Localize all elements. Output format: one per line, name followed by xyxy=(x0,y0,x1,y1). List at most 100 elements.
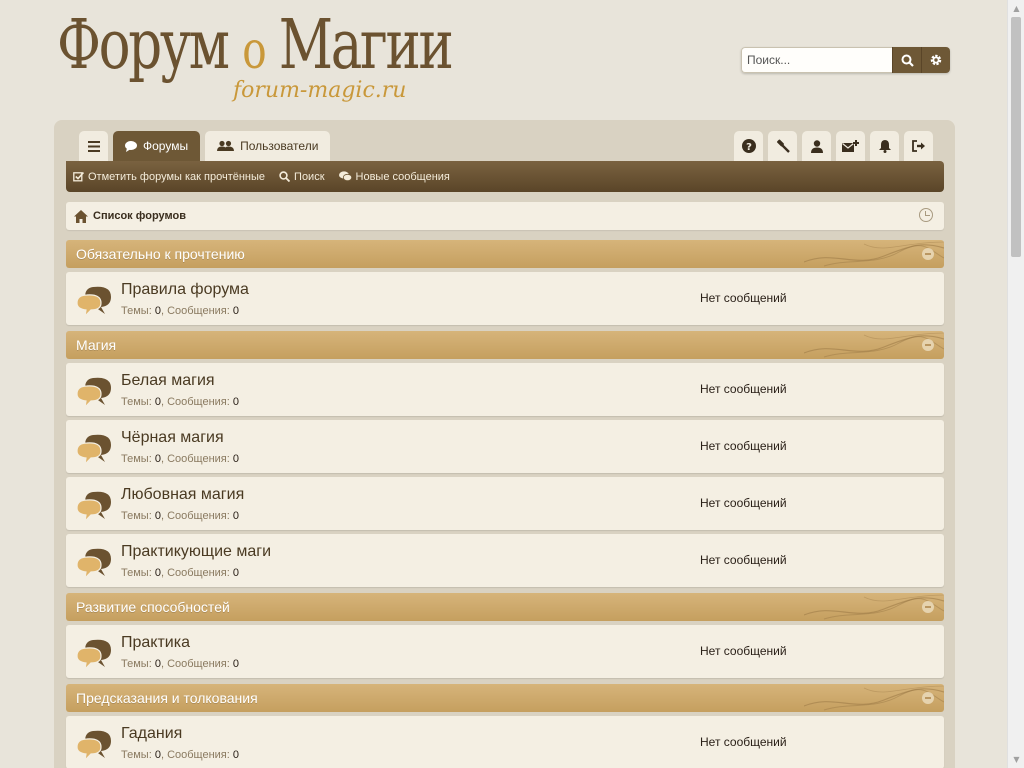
new-posts-label: Новые сообщения xyxy=(355,170,450,183)
help-button[interactable]: ? xyxy=(734,131,763,161)
advanced-search-button[interactable] xyxy=(921,47,950,73)
forum-stats: Темы: 0, Сообщения: 0 xyxy=(121,658,240,670)
users-icon xyxy=(217,140,235,151)
category-header[interactable]: Предсказания и толкования xyxy=(66,684,944,712)
check-square-icon xyxy=(73,171,84,182)
search-link-label: Поиск xyxy=(294,170,325,183)
forum-read-icon xyxy=(76,548,111,580)
tab-members[interactable]: Пользователи xyxy=(205,131,331,161)
posts-label: Сообщения: xyxy=(167,396,230,408)
forum-stats: Темы: 0, Сообщения: 0 xyxy=(121,305,240,317)
posts-label: Сообщения: xyxy=(167,453,230,465)
forum-title-link[interactable]: Практика xyxy=(121,634,190,652)
topics-count: 0 xyxy=(154,305,161,317)
posts-count: 0 xyxy=(232,567,240,579)
posts-count: 0 xyxy=(232,305,240,317)
gear-icon xyxy=(930,54,942,66)
topics-count: 0 xyxy=(154,749,161,761)
scrollbar-thumb[interactable] xyxy=(1011,17,1021,257)
forum-title-link[interactable]: Чёрная магия xyxy=(121,429,224,447)
search-icon xyxy=(279,171,291,182)
forum-read-icon xyxy=(76,491,111,523)
posts-label: Сообщения: xyxy=(167,567,230,579)
collapse-icon[interactable] xyxy=(922,339,934,351)
forum-title-link[interactable]: Белая магия xyxy=(121,372,215,390)
scroll-down-icon[interactable]: ▼ xyxy=(1008,751,1024,768)
topics-count: 0 xyxy=(154,453,161,465)
search-box xyxy=(741,47,950,73)
forum-list: Обязательно к прочтению Правила форума Тем… xyxy=(66,240,944,768)
last-post-info: Нет сообщений xyxy=(700,496,787,510)
category-header[interactable]: Обязательно к прочтению xyxy=(66,240,944,268)
moderation-button[interactable] xyxy=(768,131,797,161)
site-header: Форум о Магии forum-magic.ru xyxy=(0,0,1007,120)
mark-forums-read-label: Отметить форумы как прочтённые xyxy=(88,170,266,183)
collapse-icon[interactable] xyxy=(922,692,934,704)
posts-count: 0 xyxy=(232,658,240,670)
posts-count: 0 xyxy=(232,510,240,522)
posts-label: Сообщения: xyxy=(167,305,230,317)
new-posts-link[interactable]: Новые сообщения xyxy=(338,170,450,183)
category-title[interactable]: Магия xyxy=(76,337,116,353)
gavel-icon xyxy=(776,139,790,153)
last-post-info: Нет сообщений xyxy=(700,439,787,453)
category-title[interactable]: Предсказания и толкования xyxy=(76,690,258,706)
forum-title-link[interactable]: Любовная магия xyxy=(121,486,244,504)
category-title[interactable]: Обязательно к прочтению xyxy=(76,246,245,262)
scroll-up-icon[interactable]: ▲ xyxy=(1008,0,1024,17)
forum-title-link[interactable]: Правила форума xyxy=(121,281,249,299)
user-tools: ? xyxy=(734,131,933,161)
topics-label: Темы: xyxy=(121,510,152,522)
topics-label: Темы: xyxy=(121,396,152,408)
forum-row: Гадания Темы: 0, Сообщения: 0 Нет сообщени… xyxy=(66,716,944,768)
search-button[interactable] xyxy=(892,47,921,73)
search-input[interactable] xyxy=(741,47,892,73)
category-header[interactable]: Магия xyxy=(66,331,944,359)
posts-label: Сообщения: xyxy=(167,658,230,670)
hamburger-icon xyxy=(87,140,100,152)
mark-forums-read-link[interactable]: Отметить форумы как прочтённые xyxy=(73,171,265,183)
search-icon xyxy=(901,54,914,67)
collapse-icon[interactable] xyxy=(922,248,934,260)
profile-button[interactable] xyxy=(802,131,831,161)
search-link[interactable]: Поиск xyxy=(279,170,325,183)
help-icon: ? xyxy=(741,139,756,153)
forum-read-icon xyxy=(76,639,111,671)
menu-button[interactable] xyxy=(79,131,108,161)
bell-icon xyxy=(878,139,891,153)
forum-stats: Темы: 0, Сообщения: 0 xyxy=(121,396,240,408)
category-title[interactable]: Развитие способностей xyxy=(76,599,230,615)
breadcrumb-forum-index[interactable]: Список форумов xyxy=(93,210,186,222)
topics-count: 0 xyxy=(154,658,161,670)
logo-domain: forum-magic.ru xyxy=(233,78,407,103)
main-tabs: Форумы Пользователи xyxy=(79,131,331,161)
topics-label: Темы: xyxy=(121,453,152,465)
site-logo[interactable]: Форум о Магии forum-magic.ru xyxy=(57,8,454,113)
forum-read-icon xyxy=(76,286,111,318)
topics-label: Темы: xyxy=(121,567,152,579)
category-header[interactable]: Развитие способностей xyxy=(66,593,944,621)
home-icon[interactable] xyxy=(74,209,88,223)
topics-count: 0 xyxy=(154,567,161,579)
forum-stats: Темы: 0, Сообщения: 0 xyxy=(121,567,240,579)
forum-row: Практика Темы: 0, Сообщения: 0 Нет сообщен… xyxy=(66,625,944,678)
logout-button[interactable] xyxy=(904,131,933,161)
forum-title-link[interactable]: Гадания xyxy=(121,725,182,743)
last-post-info: Нет сообщений xyxy=(700,382,787,396)
tab-forums-label: Форумы xyxy=(143,139,189,153)
tab-members-label: Пользователи xyxy=(240,139,319,153)
last-post-info: Нет сообщений xyxy=(700,553,787,567)
forum-stats: Темы: 0, Сообщения: 0 xyxy=(121,510,240,522)
tab-forums[interactable]: Форумы xyxy=(113,131,201,161)
private-messages-button[interactable] xyxy=(836,131,865,161)
comments-icon xyxy=(338,171,352,182)
forum-title-link[interactable]: Практикующие маги xyxy=(121,543,271,561)
notifications-button[interactable] xyxy=(870,131,899,161)
forum-read-icon xyxy=(76,377,111,409)
posts-label: Сообщения: xyxy=(167,749,230,761)
main-panel: Форумы Пользователи ? Отметить форумы ка… xyxy=(54,120,955,768)
collapse-icon[interactable] xyxy=(922,601,934,613)
forum-read-icon xyxy=(76,730,111,762)
scrollbar[interactable]: ▲ ▼ xyxy=(1007,0,1024,768)
mail-plus-icon xyxy=(842,139,859,152)
